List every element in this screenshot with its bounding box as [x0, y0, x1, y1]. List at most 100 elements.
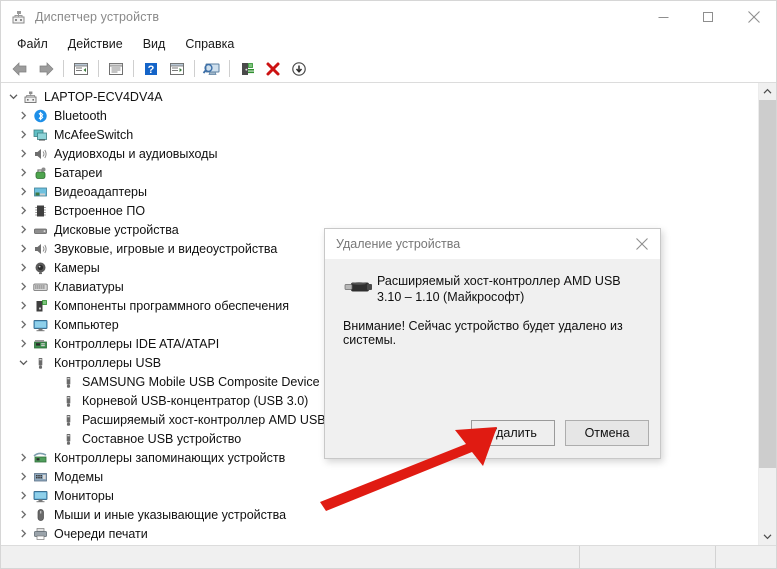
camera-icon	[31, 260, 49, 276]
scroll-down-button[interactable]	[759, 528, 776, 545]
storage-controller-icon	[31, 450, 49, 466]
tree-node-label: Видеоадаптеры	[54, 184, 147, 199]
tree-node-label: SAMSUNG Mobile USB Composite Device	[82, 374, 320, 389]
usb-plug-icon	[339, 273, 377, 296]
tree-node-label: Bluetooth	[54, 108, 107, 123]
modem-icon	[31, 469, 49, 485]
remove-device-dialog: Удаление устройства Расширяемый хост-кон…	[324, 228, 661, 459]
title-bar: Диспетчер устройств	[1, 1, 776, 33]
software-component-icon	[31, 298, 49, 314]
tree-node-mcafeeswitch[interactable]: McAfeeSwitch	[1, 125, 758, 144]
usb-icon	[59, 431, 77, 447]
tree-node-batteries[interactable]: Батареи	[1, 163, 758, 182]
scrollbar-track[interactable]	[759, 100, 776, 528]
keyboard-icon	[31, 279, 49, 295]
chevron-right-icon[interactable]	[15, 491, 31, 500]
dialog-button-row: Удалить Отмена	[471, 420, 649, 446]
maximize-button[interactable]	[686, 1, 731, 33]
separator-1	[63, 60, 64, 77]
menu-file[interactable]: Файл	[9, 35, 58, 54]
tree-node-monitors[interactable]: Мониторы	[1, 486, 758, 505]
show-hide-console-tree-icon[interactable]	[68, 57, 94, 81]
status-text	[1, 546, 579, 568]
chevron-right-icon[interactable]	[15, 168, 31, 177]
warning-text: Внимание! Сейчас устройство будет удален…	[343, 319, 623, 347]
scroll-up-button[interactable]	[759, 83, 776, 100]
update-driver-icon[interactable]	[234, 57, 260, 81]
tree-node-label: Камеры	[54, 260, 100, 275]
show-action-pane-icon[interactable]	[164, 57, 190, 81]
chevron-right-icon[interactable]	[15, 244, 31, 253]
chevron-right-icon[interactable]	[15, 149, 31, 158]
dialog-close-button[interactable]	[624, 229, 660, 259]
minimize-button[interactable]	[641, 1, 686, 33]
uninstall-device-icon[interactable]	[260, 57, 286, 81]
firmware-icon	[31, 203, 49, 219]
tree-node-label: Дисковые устройства	[54, 222, 179, 237]
scrollbar-thumb[interactable]	[759, 100, 776, 469]
chevron-right-icon[interactable]	[15, 472, 31, 481]
close-button[interactable]	[731, 1, 776, 33]
scan-hardware-changes-icon[interactable]	[199, 57, 225, 81]
monitor-icon	[31, 317, 49, 333]
chevron-right-icon[interactable]	[15, 320, 31, 329]
menu-action[interactable]: Действие	[60, 35, 133, 54]
chevron-right-icon[interactable]	[15, 263, 31, 272]
tree-node-label: Контроллеры запоминающих устройств	[54, 450, 286, 465]
window-controls	[641, 1, 776, 33]
chevron-right-icon[interactable]	[15, 225, 31, 234]
tree-node-modems[interactable]: Модемы	[1, 467, 758, 486]
tree-node-bluetooth[interactable]: Bluetooth	[1, 106, 758, 125]
confirm-remove-button[interactable]: Удалить	[471, 420, 555, 446]
tree-node-label: Составное USB устройство	[82, 431, 242, 446]
tree-node-label: Модемы	[54, 469, 104, 484]
chevron-right-icon[interactable]	[15, 187, 31, 196]
chevron-right-icon[interactable]	[15, 301, 31, 310]
chevron-right-icon[interactable]	[15, 339, 31, 348]
chevron-right-icon[interactable]	[15, 206, 31, 215]
tree-node-label: Батареи	[54, 165, 103, 180]
tree-node-label: Очереди печати	[54, 526, 148, 541]
vertical-scrollbar[interactable]	[758, 83, 776, 545]
chevron-right-icon[interactable]	[15, 111, 31, 120]
tree-node-display-adapters[interactable]: Видеоадаптеры	[1, 182, 758, 201]
disable-device-icon[interactable]	[286, 57, 312, 81]
usb-icon	[59, 393, 77, 409]
menu-help[interactable]: Справка	[177, 35, 244, 54]
chevron-right-icon[interactable]	[15, 453, 31, 462]
chevron-down-icon[interactable]	[15, 358, 31, 367]
tree-node-print-queues[interactable]: Очереди печати	[1, 524, 758, 543]
tree-node-label: McAfeeSwitch	[54, 127, 134, 142]
help-icon[interactable]: ?	[138, 57, 164, 81]
chevron-right-icon[interactable]	[15, 510, 31, 519]
tree-node-label: Мыши и иные указывающие устройства	[54, 507, 287, 522]
chevron-right-icon[interactable]	[15, 130, 31, 139]
portable-device-icon	[31, 545, 49, 546]
menu-view[interactable]: Вид	[135, 35, 176, 54]
chevron-right-icon[interactable]	[15, 282, 31, 291]
usb-icon	[31, 355, 49, 371]
usb-icon	[59, 374, 77, 390]
tree-node-audio-inputs-outputs[interactable]: Аудиовходы и аудиовыходы	[1, 144, 758, 163]
mouse-icon	[31, 507, 49, 523]
tree-node-portable-devices[interactable]: Переносные устройства	[1, 543, 758, 545]
disk-icon	[31, 222, 49, 238]
forward-icon[interactable]	[33, 57, 59, 81]
computer-icon	[21, 89, 39, 105]
cancel-button[interactable]: Отмена	[565, 420, 649, 446]
tree-node-firmware[interactable]: Встроенное ПО	[1, 201, 758, 220]
tree-node-mice-and-pointing-devices[interactable]: Мыши и иные указывающие устройства	[1, 505, 758, 524]
tree-node-label: LAPTOP-ECV4DV4A	[44, 89, 163, 104]
properties-icon[interactable]	[103, 57, 129, 81]
tree-node-label: Компьютер	[54, 317, 119, 332]
tree-node-root[interactable]: LAPTOP-ECV4DV4A	[1, 87, 758, 106]
usb-icon	[59, 412, 77, 428]
chevron-right-icon[interactable]	[15, 529, 31, 538]
device-name: Расширяемый хост-контроллер AMD USB 3.10…	[377, 274, 621, 304]
tree-node-label: Расширяемый хост-контроллер AMD USB 3	[82, 412, 337, 427]
tree-node-label: Контроллеры IDE ATA/ATAPI	[54, 336, 220, 351]
back-icon[interactable]	[7, 57, 33, 81]
chevron-down-icon[interactable]	[5, 92, 21, 101]
printer-icon	[31, 526, 49, 542]
speaker-icon	[31, 146, 49, 162]
